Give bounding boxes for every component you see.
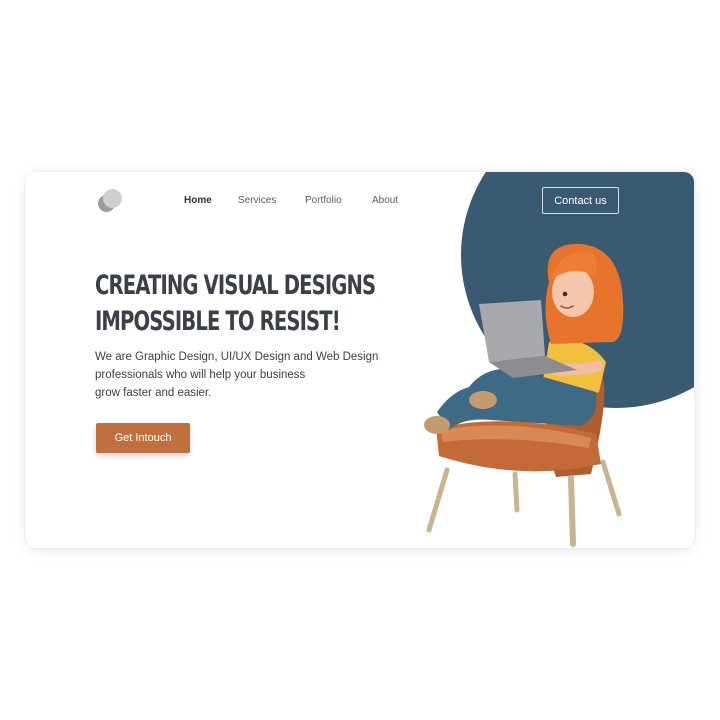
description-line-1: We are Graphic Design, UI/UX Design and …	[95, 351, 379, 363]
eye	[562, 291, 568, 297]
nav-item-portfolio[interactable]: Portfolio	[305, 195, 342, 206]
nav-item-home[interactable]: Home	[184, 195, 212, 206]
chair-leg	[568, 475, 576, 547]
nav-item-services[interactable]: Services	[238, 195, 276, 206]
shoe	[469, 391, 497, 409]
chair-leg	[512, 471, 520, 513]
laptop-screen	[479, 300, 545, 362]
get-intouch-button[interactable]: Get Intouch	[96, 423, 190, 453]
contact-us-button[interactable]: Contact us	[542, 187, 619, 214]
hero-description: We are Graphic Design, UI/UX Design and …	[95, 348, 395, 402]
description-line-3: grow faster and easier.	[95, 387, 212, 399]
shoe	[424, 416, 450, 434]
description-line-2: professionals who will help your busines…	[95, 369, 306, 381]
nav-item-about[interactable]: About	[372, 195, 398, 206]
headline-line-2: IMPOSSIBLE TO RESIST!	[95, 306, 341, 337]
headline-line-1: CREATING VISUAL DESIGNS	[95, 270, 376, 301]
chair-leg	[426, 467, 450, 533]
landing-card: Home Services Portfolio About Contact us…	[26, 172, 694, 548]
girl-with-laptop-illustration	[424, 243, 624, 547]
hero-headline: CREATING VISUAL DESIGNS IMPOSSIBLE TO RE…	[95, 268, 376, 340]
chair-leg	[600, 459, 622, 517]
logo-icon[interactable]	[98, 189, 124, 215]
